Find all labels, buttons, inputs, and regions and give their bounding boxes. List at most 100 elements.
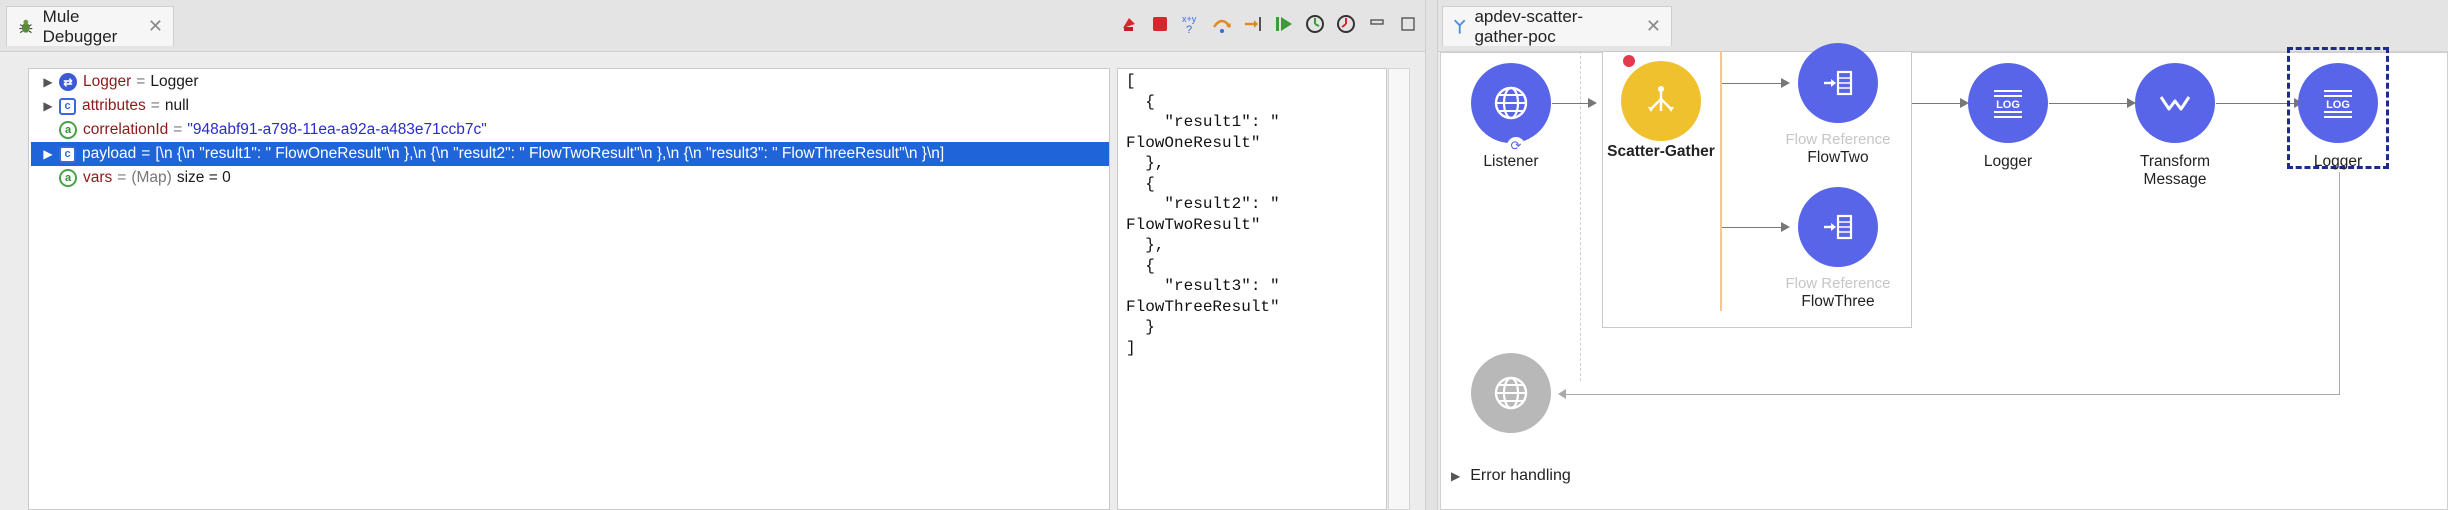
debugger-tab-bar: Mule Debugger ✕ x+y? xyxy=(0,0,1425,52)
flow-three-type-label: Flow Reference xyxy=(1785,275,1891,292)
flow-editor-tab-title: apdev-scatter-gather-poc xyxy=(1474,6,1584,46)
transform-message-node[interactable] xyxy=(2135,63,2215,143)
flow-canvas[interactable]: ⟳ Listener Scatter-Gather Flow Reference… xyxy=(1440,43,2448,510)
variable-value: [\n {\n "result1": " FlowOneResult"\n },… xyxy=(155,145,945,162)
mule-debugger-tab[interactable]: Mule Debugger ✕ xyxy=(6,6,174,46)
expand-arrow-icon[interactable]: ▶ xyxy=(41,75,55,89)
listener-node[interactable] xyxy=(1471,63,1551,143)
maximize-icon[interactable] xyxy=(1397,13,1419,35)
attribute-icon: a xyxy=(59,169,77,187)
minimize-icon[interactable] xyxy=(1366,13,1388,35)
variable-name: correlationId xyxy=(83,121,169,138)
object-icon: ⇄ xyxy=(59,73,77,91)
variable-equals: = xyxy=(141,145,151,162)
variable-equals: = xyxy=(173,121,183,138)
mule-flow-icon xyxy=(1454,19,1466,34)
terminate-icon[interactable] xyxy=(1118,13,1140,35)
expand-arrow-icon[interactable]: ▶ xyxy=(41,147,55,161)
expand-arrow-icon[interactable]: ▶ xyxy=(1451,469,1460,483)
logger-node[interactable]: LOG xyxy=(1968,63,2048,143)
step-over-icon[interactable] xyxy=(1211,13,1233,35)
step-into-icon[interactable] xyxy=(1242,13,1264,35)
editor-tab-bar: apdev-scatter-gather-poc ✕ xyxy=(1438,0,2448,52)
flow-reference-icon xyxy=(1824,70,1853,96)
view-separator[interactable] xyxy=(1425,0,1438,510)
variable-type: (Map) xyxy=(131,169,172,186)
debugger-toolbar: x+y? xyxy=(1118,6,1419,42)
close-icon[interactable]: ✕ xyxy=(148,16,163,37)
flow-two-label: FlowTwo xyxy=(1807,149,1869,166)
variable-name: attributes xyxy=(82,97,146,114)
transform-message-label: Transform Message xyxy=(2139,153,2211,188)
variables-tree: ▶ ⇄ Logger = Logger ▶ c attributes = nul… xyxy=(28,68,1110,510)
debugger-view: Mule Debugger ✕ x+y? ▶ ⇄ Logger = Logger… xyxy=(0,0,1425,510)
scatter-gather-divider xyxy=(1720,51,1722,311)
connector xyxy=(2049,103,2129,104)
error-handling-section[interactable]: ▶ Error handling xyxy=(1451,467,1571,485)
svg-text:LOG: LOG xyxy=(1996,99,2020,111)
logger-label: Logger xyxy=(1983,153,2033,170)
listener-label: Listener xyxy=(1483,153,1539,170)
svg-text:?: ? xyxy=(1186,24,1192,35)
mule-debugger-tab-title: Mule Debugger xyxy=(42,6,118,46)
variable-name: vars xyxy=(83,169,113,186)
return-arrow-icon xyxy=(1558,389,1566,399)
close-icon[interactable]: ✕ xyxy=(1646,16,1661,37)
connector xyxy=(1722,83,1783,84)
scatter-gather-label: Scatter-Gather xyxy=(1607,143,1715,160)
logger-selected-label: Logger xyxy=(2313,153,2363,170)
source-boundary-line xyxy=(1580,51,1581,381)
logger-node-selected[interactable]: LOG xyxy=(2298,63,2378,143)
connector xyxy=(1912,103,1962,104)
value-detail-pane[interactable]: [ { "result1": " FlowOneResult" }, { "re… xyxy=(1117,68,1387,510)
variable-row-attributes[interactable]: ▶ c attributes = null xyxy=(41,94,189,118)
flow-editor-view: apdev-scatter-gather-poc ✕ ⟳ Listener Sc… xyxy=(1438,0,2448,510)
variable-row-correlation-id[interactable]: a correlationId = "948abf91-a798-11ea-a9… xyxy=(55,118,487,142)
variable-row-vars[interactable]: a vars = (Map) size = 0 xyxy=(55,166,231,190)
connector xyxy=(1722,227,1783,228)
globe-icon xyxy=(1494,86,1528,120)
class-icon: c xyxy=(59,97,76,115)
detail-scrollbar[interactable] xyxy=(1388,68,1410,510)
attribute-icon: a xyxy=(59,121,77,139)
payload-detail-text: [ { "result1": " FlowOneResult" }, { "re… xyxy=(1126,72,1280,357)
connector xyxy=(2216,103,2296,104)
flow-reference-icon xyxy=(1824,214,1853,240)
variable-row-logger[interactable]: ▶ ⇄ Logger = Logger xyxy=(41,70,199,94)
scatter-gather-icon xyxy=(1648,86,1674,112)
flow-editor-tab[interactable]: apdev-scatter-gather-poc ✕ xyxy=(1442,6,1672,46)
variable-name: payload xyxy=(82,145,137,162)
variable-value: size = 0 xyxy=(176,169,231,186)
log-icon: LOG xyxy=(2324,90,2352,118)
arrow-icon xyxy=(1781,78,1790,88)
variable-value: "948abf91-a798-11ea-a92a-a483e71ccb7c" xyxy=(187,121,487,138)
flow-three-label: FlowThree xyxy=(1801,293,1875,310)
return-connector xyxy=(1563,394,2340,395)
inspect-icon[interactable] xyxy=(1335,13,1357,35)
arrow-icon xyxy=(1781,222,1790,232)
resume-icon[interactable] xyxy=(1273,13,1295,35)
expand-arrow-icon[interactable]: ▶ xyxy=(41,99,55,113)
run-to-processor-icon[interactable] xyxy=(1304,13,1326,35)
globe-icon xyxy=(1494,376,1528,410)
log-icon: LOG xyxy=(1994,90,2022,118)
transform-icon xyxy=(2159,96,2191,111)
evaluate-expression-icon[interactable]: x+y? xyxy=(1180,13,1202,35)
svg-text:LOG: LOG xyxy=(2326,99,2350,111)
variable-equals: = xyxy=(117,169,127,186)
flow-two-node[interactable] xyxy=(1798,43,1878,123)
svg-text:x+y: x+y xyxy=(1182,14,1197,24)
flow-three-node[interactable] xyxy=(1798,187,1878,267)
error-marker-icon xyxy=(1623,55,1635,67)
variable-value: null xyxy=(164,97,189,114)
variable-row-payload[interactable]: ▶ c payload = [\n {\n "result1": " FlowO… xyxy=(31,142,1109,166)
error-handling-label: Error handling xyxy=(1470,467,1571,484)
variable-equals: = xyxy=(150,97,160,114)
return-connector xyxy=(2339,172,2340,394)
variable-value: Logger xyxy=(150,73,199,90)
response-node[interactable] xyxy=(1471,353,1551,433)
class-icon: c xyxy=(59,145,76,163)
stop-icon[interactable] xyxy=(1149,13,1171,35)
scatter-gather-node[interactable] xyxy=(1621,61,1701,141)
variable-name: Logger xyxy=(83,73,132,90)
